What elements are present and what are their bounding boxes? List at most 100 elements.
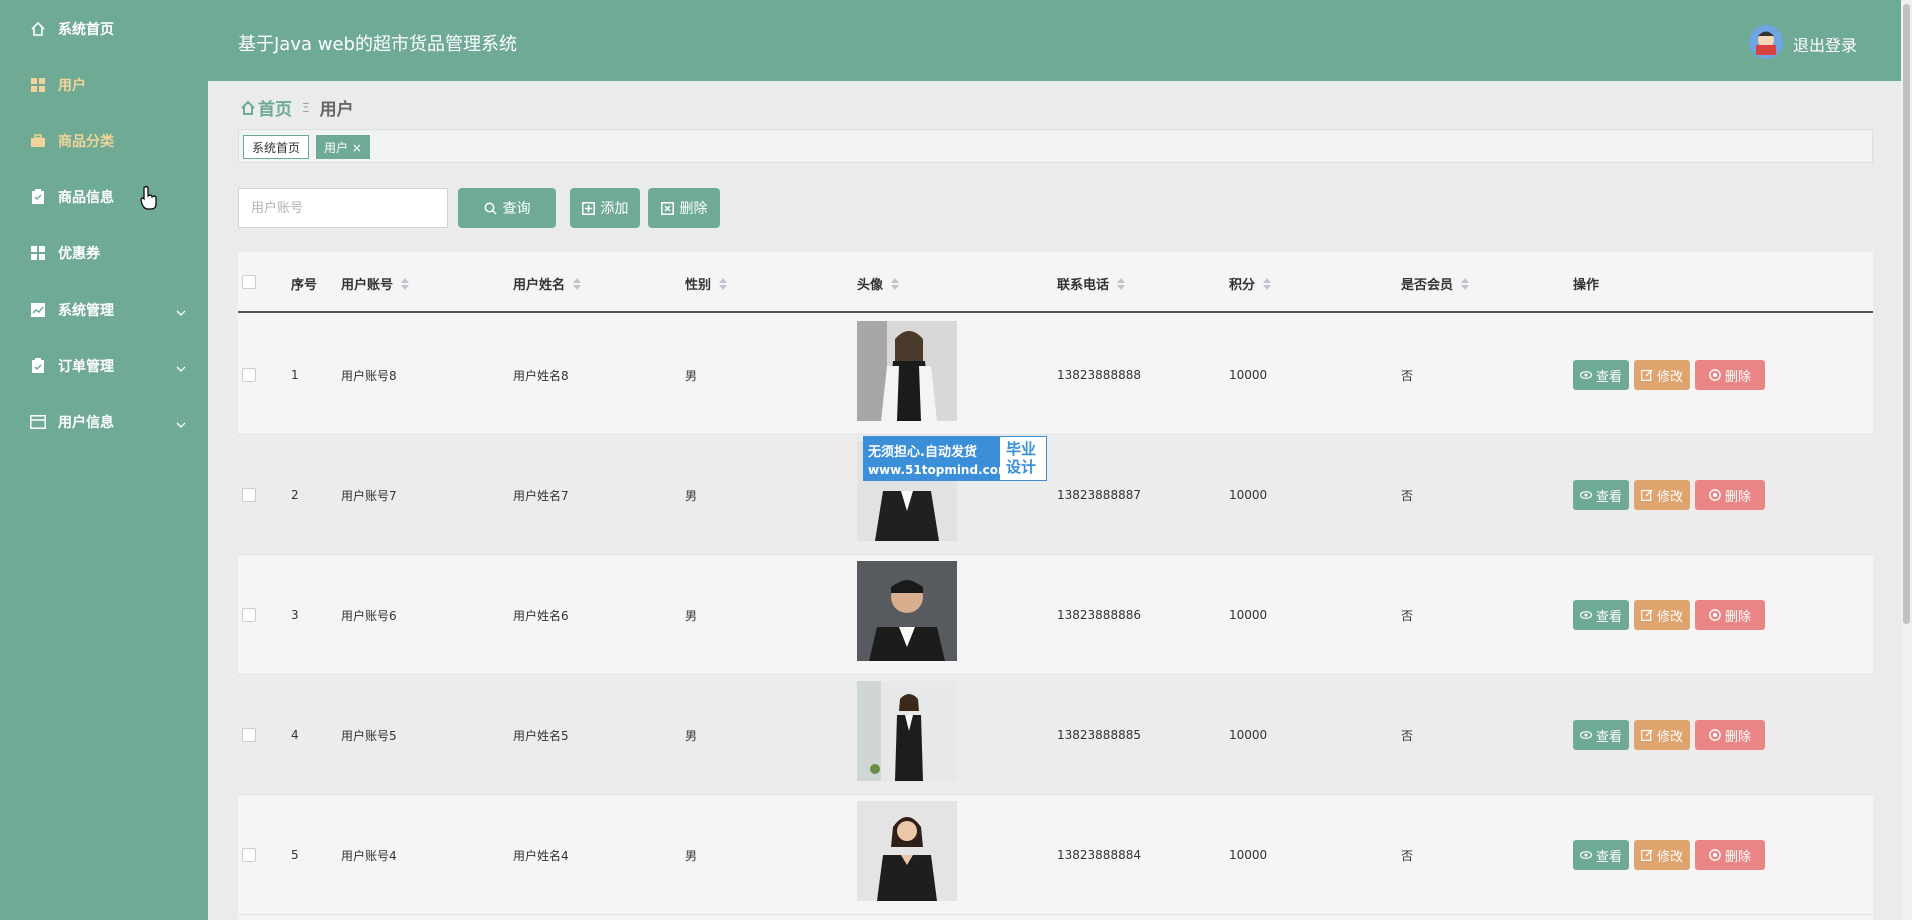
cell-member: 否 (1401, 728, 1414, 743)
row-checkbox[interactable] (242, 368, 256, 382)
view-button[interactable]: 查看 (1573, 720, 1629, 750)
avatar[interactable] (1749, 25, 1783, 59)
view-button[interactable]: 查看 (1573, 480, 1629, 510)
avatar-image[interactable] (857, 321, 957, 421)
cell-name: 用户姓名7 (513, 488, 569, 503)
cell-account: 用户账号7 (341, 488, 397, 503)
view-button[interactable]: 查看 (1573, 360, 1629, 390)
cell-gender: 男 (685, 608, 698, 623)
add-button[interactable]: 添加 (570, 188, 640, 228)
col-avatar-label: 头像 (857, 278, 884, 293)
top-header: 基于Java web的超市货品管理系统 退出登录 (208, 0, 1901, 81)
chevron-down-icon (176, 415, 186, 434)
row-checkbox[interactable] (242, 848, 256, 862)
sort-icon[interactable] (573, 277, 582, 290)
edit-icon (1641, 849, 1653, 861)
sidebar-item-label: 商品信息 (58, 190, 114, 206)
delete-row-button[interactable]: 删除 (1695, 480, 1765, 510)
close-circle-icon (1709, 729, 1721, 741)
grid-icon (30, 77, 46, 93)
row-checkbox[interactable] (242, 728, 256, 742)
search-input[interactable] (238, 188, 448, 228)
breadcrumb-home[interactable]: 首页 (240, 95, 292, 120)
delete-row-button[interactable]: 删除 (1695, 840, 1765, 870)
sidebar-item-goods[interactable]: 商品信息 (0, 173, 208, 221)
chevron-down-icon (176, 359, 186, 378)
cell-index: 1 (291, 368, 299, 382)
col-avatar[interactable]: 头像 (857, 274, 900, 293)
delete-row-button[interactable]: 删除 (1695, 720, 1765, 750)
col-phone[interactable]: 联系电话 (1057, 274, 1126, 293)
breadcrumb-separator: Ξ (302, 100, 310, 115)
col-name[interactable]: 用户姓名 (513, 274, 582, 293)
sort-icon[interactable] (1263, 277, 1272, 290)
sort-icon[interactable] (719, 277, 728, 290)
edit-label: 修改 (1656, 489, 1683, 505)
close-circle-icon (1709, 489, 1721, 501)
cell-phone: 13823888885 (1057, 728, 1141, 742)
sidebar: 系统首页 用户 商品分类 商品信息 优惠券 系统管理 订单管理 用户信息 (0, 0, 208, 920)
row-checkbox[interactable] (242, 488, 256, 502)
view-button[interactable]: 查看 (1573, 840, 1629, 870)
row-actions: 查看 修改 删除 (1573, 675, 1770, 795)
edit-button[interactable]: 修改 (1634, 840, 1690, 870)
avatar-image[interactable] (857, 801, 957, 901)
sidebar-item-orders[interactable]: 订单管理 (0, 342, 208, 390)
tag-users[interactable]: 用户 × (316, 135, 370, 159)
add-button-label: 添加 (600, 201, 629, 217)
edit-button[interactable]: 修改 (1634, 720, 1690, 750)
tags-bar: 系统首页 用户 × (238, 129, 1873, 163)
avatar-image[interactable] (857, 561, 957, 661)
edit-icon (1641, 609, 1653, 621)
edit-button[interactable]: 修改 (1634, 360, 1690, 390)
col-gender-label: 性别 (685, 278, 712, 293)
view-button[interactable]: 查看 (1573, 600, 1629, 630)
sidebar-item-coupon[interactable]: 优惠券 (0, 229, 208, 277)
logout-button[interactable]: 退出登录 (1793, 32, 1857, 56)
view-label: 查看 (1595, 489, 1622, 505)
hand-cursor-icon (140, 186, 158, 214)
query-button[interactable]: 查询 (458, 188, 556, 228)
delete-button-label: 删除 (679, 201, 708, 217)
col-gender[interactable]: 性别 (685, 274, 728, 293)
watermark-line2: www.51topmind.com (868, 463, 1011, 477)
avatar-image[interactable] (857, 681, 957, 781)
sort-icon[interactable] (1117, 277, 1126, 290)
cell-points: 10000 (1229, 848, 1268, 862)
table-row: 1 用户账号8 用户姓名8 男 13823888888 10000 否 查看 修… (238, 315, 1873, 435)
scrollbar-thumb[interactable] (1903, 4, 1910, 624)
cell-name: 用户姓名8 (513, 368, 569, 383)
col-member[interactable]: 是否会员 (1401, 274, 1470, 293)
scrollbar[interactable] (1901, 0, 1912, 920)
sidebar-item-userinfo[interactable]: 用户信息 (0, 398, 208, 446)
sort-icon[interactable] (1461, 277, 1470, 290)
edit-button[interactable]: 修改 (1634, 600, 1690, 630)
tag-home[interactable]: 系统首页 (243, 135, 310, 159)
delete-label: 删除 (1724, 489, 1751, 505)
delete-row-button[interactable]: 删除 (1695, 360, 1765, 390)
row-actions: 查看 修改 删除 (1573, 555, 1770, 675)
clipboard-check-icon (30, 358, 46, 374)
sidebar-item-users[interactable]: 用户 (0, 61, 208, 109)
col-account-label: 用户账号 (341, 278, 394, 293)
sidebar-item-category[interactable]: 商品分类 (0, 117, 208, 165)
sort-icon[interactable] (891, 277, 900, 290)
select-all-checkbox[interactable] (242, 275, 256, 289)
chevron-down-icon (176, 303, 186, 322)
cell-name: 用户姓名6 (513, 608, 569, 623)
sort-icon[interactable] (401, 277, 410, 290)
edit-button[interactable]: 修改 (1634, 480, 1690, 510)
edit-label: 修改 (1656, 729, 1683, 745)
table-row: 2 用户账号7 用户姓名7 男 13823888887 10000 否 查看 修… (238, 435, 1873, 555)
col-account[interactable]: 用户账号 (341, 274, 410, 293)
delete-row-button[interactable]: 删除 (1695, 600, 1765, 630)
delete-button[interactable]: 删除 (648, 188, 720, 228)
sidebar-item-home[interactable]: 系统首页 (0, 5, 208, 53)
watermark-line1: 无须担心.自动发货 (868, 445, 977, 460)
sidebar-item-system[interactable]: 系统管理 (0, 286, 208, 334)
delete-label: 删除 (1724, 849, 1751, 865)
row-checkbox[interactable] (242, 608, 256, 622)
cell-name: 用户姓名5 (513, 728, 569, 743)
row-actions: 查看 修改 删除 (1573, 435, 1770, 555)
col-points[interactable]: 积分 (1229, 274, 1272, 293)
